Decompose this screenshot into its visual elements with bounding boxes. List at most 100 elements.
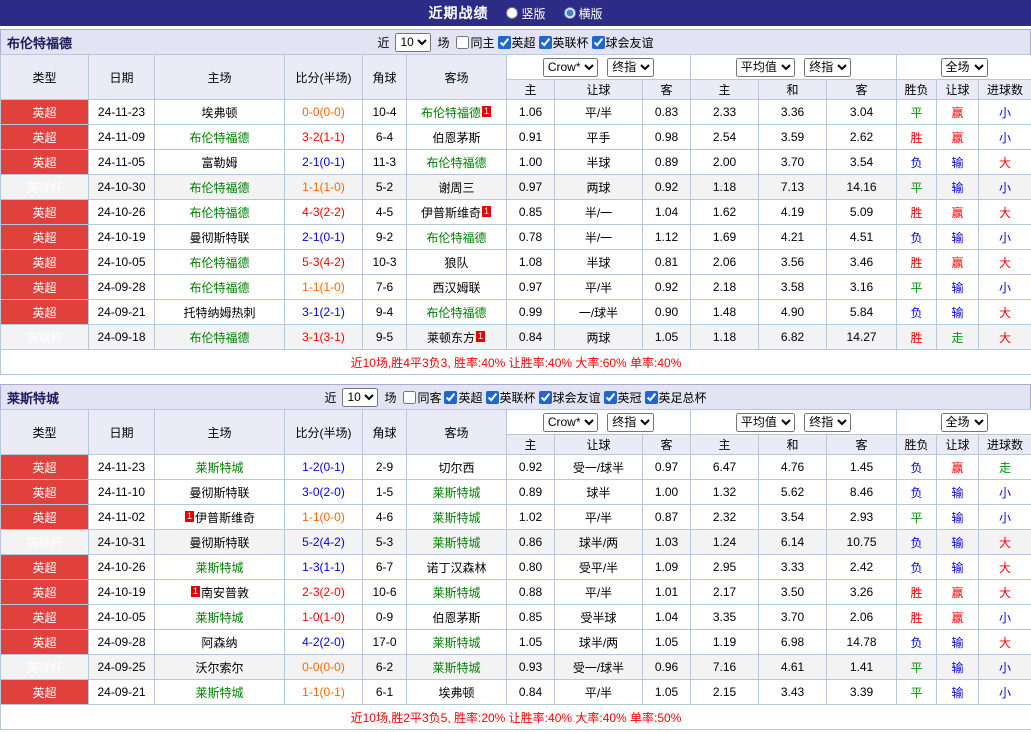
avg-stage-select[interactable]: 终指 — [804, 58, 851, 77]
filter-checkbox[interactable]: 英联杯 — [486, 389, 536, 406]
odds-stage-select[interactable]: 终指 — [607, 413, 654, 432]
filter-checkbox-input[interactable] — [539, 36, 552, 49]
col-date: 日期 — [89, 410, 155, 455]
layout-horizontal-radio[interactable]: 横版 — [564, 5, 603, 22]
team-link[interactable]: 布伦特福德 — [421, 106, 481, 120]
score-link[interactable]: 3-0(2-0) — [285, 480, 363, 505]
team-link[interactable]: 莱斯特城 — [195, 461, 243, 475]
score-link[interactable]: 3-1(3-1) — [285, 325, 363, 350]
score-link[interactable]: 3-2(1-1) — [285, 125, 363, 150]
team-link[interactable]: 布伦特福德 — [426, 231, 486, 245]
team-link[interactable]: 伯恩茅斯 — [432, 131, 480, 145]
odds-stage-select[interactable]: 终指 — [607, 58, 654, 77]
filter-checkbox[interactable]: 英超 — [498, 34, 536, 51]
score-link[interactable]: 1-1(0-1) — [285, 680, 363, 705]
layout-vertical-radio[interactable]: 竖版 — [506, 5, 545, 22]
filter-checkbox[interactable]: 球会友谊 — [592, 34, 654, 51]
filter-checkbox[interactable]: 英冠 — [604, 389, 642, 406]
layout-vertical-radio-input[interactable] — [506, 7, 518, 19]
team-link[interactable]: 莱斯特城 — [432, 511, 480, 525]
filter-checkbox[interactable]: 英联杯 — [539, 34, 589, 51]
filter-checkbox-input[interactable] — [604, 391, 617, 404]
score-link[interactable]: 1-3(1-1) — [285, 555, 363, 580]
score-link[interactable]: 2-1(0-1) — [285, 225, 363, 250]
recent-count-select[interactable]: 10 — [395, 33, 431, 52]
layout-horizontal-radio-input[interactable] — [564, 7, 576, 19]
filter-checkbox-input[interactable] — [539, 391, 552, 404]
bookmaker-select[interactable]: Crow* — [543, 413, 598, 432]
avg-select[interactable]: 平均值 — [736, 413, 795, 432]
score-link[interactable]: 3-1(2-1) — [285, 300, 363, 325]
bookmaker-select[interactable]: Crow* — [543, 58, 598, 77]
team-link[interactable]: 布伦特福德 — [426, 306, 486, 320]
filter-checkbox-input[interactable] — [498, 36, 511, 49]
team-link[interactable]: 伊普斯维奇 — [421, 206, 481, 220]
score-link[interactable]: 1-1(1-0) — [285, 175, 363, 200]
filter-checkbox-input[interactable] — [444, 391, 457, 404]
team-link[interactable]: 曼彻斯特联 — [189, 486, 249, 500]
score-link[interactable]: 2-3(2-0) — [285, 580, 363, 605]
team-link[interactable]: 莱斯特城 — [432, 486, 480, 500]
away-team-cell: 莱斯特城 — [407, 505, 507, 530]
score-link[interactable]: 1-0(1-0) — [285, 605, 363, 630]
avg-stage-select[interactable]: 终指 — [804, 413, 851, 432]
team-link[interactable]: 沃尔索尔 — [195, 661, 243, 675]
team-link[interactable]: 莱斯特城 — [432, 636, 480, 650]
filter-checkbox[interactable]: 同客 — [403, 389, 441, 406]
filter-checkbox[interactable]: 同主 — [456, 34, 494, 51]
team-link[interactable]: 曼彻斯特联 — [189, 536, 249, 550]
score-link[interactable]: 0-0(0-0) — [285, 100, 363, 125]
team-link[interactable]: 阿森纳 — [201, 636, 237, 650]
team-link[interactable]: 狼队 — [444, 256, 468, 270]
filter-checkbox-input[interactable] — [486, 391, 499, 404]
team-link[interactable]: 莱斯特城 — [195, 561, 243, 575]
team-link[interactable]: 埃弗顿 — [438, 686, 474, 700]
team-link[interactable]: 布伦特福德 — [189, 131, 249, 145]
scope-select[interactable]: 全场 — [941, 413, 988, 432]
team-link[interactable]: 曼彻斯特联 — [189, 231, 249, 245]
team-link[interactable]: 埃弗顿 — [201, 106, 237, 120]
team-link[interactable]: 布伦特福德 — [189, 256, 249, 270]
team-link[interactable]: 莱斯特城 — [432, 661, 480, 675]
odds-away: 0.81 — [643, 250, 691, 275]
team-link[interactable]: 布伦特福德 — [426, 156, 486, 170]
score-link[interactable]: 2-1(0-1) — [285, 150, 363, 175]
score-link[interactable]: 1-1(1-0) — [285, 275, 363, 300]
filter-checkbox-input[interactable] — [645, 391, 658, 404]
score-link[interactable]: 1-2(0-1) — [285, 455, 363, 480]
team-link[interactable]: 莱斯特城 — [432, 586, 480, 600]
team-link[interactable]: 托特纳姆热刺 — [183, 306, 255, 320]
team-link[interactable]: 谢周三 — [438, 181, 474, 195]
team-link[interactable]: 伯恩茅斯 — [432, 611, 480, 625]
filter-checkbox-input[interactable] — [456, 36, 469, 49]
filter-checkbox[interactable]: 球会友谊 — [539, 389, 601, 406]
score-link[interactable]: 4-3(2-2) — [285, 200, 363, 225]
team-link[interactable]: 富勒姆 — [201, 156, 237, 170]
team-link[interactable]: 莱斯特城 — [432, 536, 480, 550]
team-link[interactable]: 布伦特福德 — [189, 206, 249, 220]
team-link[interactable]: 莱斯特城 — [195, 686, 243, 700]
filter-checkbox[interactable]: 英超 — [444, 389, 482, 406]
team-link[interactable]: 布伦特福德 — [189, 331, 249, 345]
filter-checkbox-input[interactable] — [403, 391, 416, 404]
filter-checkbox-input[interactable] — [592, 36, 605, 49]
score-link[interactable]: 4-2(2-0) — [285, 630, 363, 655]
col-avg-away: 客 — [827, 435, 897, 455]
team-link[interactable]: 布伦特福德 — [189, 181, 249, 195]
score-link[interactable]: 1-1(0-0) — [285, 505, 363, 530]
avg-select[interactable]: 平均值 — [736, 58, 795, 77]
score-link[interactable]: 0-0(0-0) — [285, 655, 363, 680]
scope-select[interactable]: 全场 — [941, 58, 988, 77]
team-link[interactable]: 诺丁汉森林 — [426, 561, 486, 575]
score-link[interactable]: 5-3(4-2) — [285, 250, 363, 275]
team-link[interactable]: 切尔西 — [438, 461, 474, 475]
score-link[interactable]: 5-2(4-2) — [285, 530, 363, 555]
team-link[interactable]: 西汉姆联 — [432, 281, 480, 295]
team-link[interactable]: 布伦特福德 — [189, 281, 249, 295]
team-link[interactable]: 南安普敦 — [201, 586, 249, 600]
team-link[interactable]: 伊普斯维奇 — [195, 511, 255, 525]
filter-checkbox[interactable]: 英足总杯 — [645, 389, 707, 406]
team-link[interactable]: 莱斯特城 — [195, 611, 243, 625]
team-link[interactable]: 莱顿东方 — [427, 331, 475, 345]
recent-count-select[interactable]: 10 — [342, 388, 378, 407]
